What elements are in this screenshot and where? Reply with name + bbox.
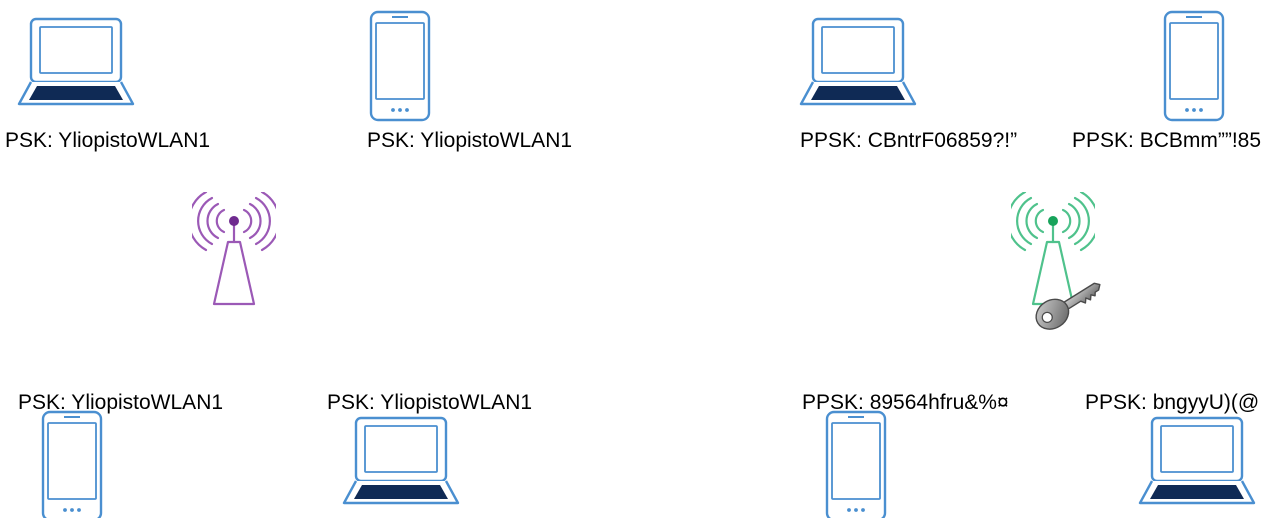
client-ppsk-label: PPSK: BCBmm””!85	[1072, 129, 1262, 152]
client-ppsk-label: PPSK: CBntrF06859?!”	[800, 129, 1018, 152]
smartphone-icon	[41, 410, 103, 518]
laptop-icon	[799, 17, 917, 106]
client-psk-label: PSK: YliopistoWLAN1	[5, 129, 211, 152]
smartphone-icon	[1163, 10, 1225, 122]
client-ppsk-label: PPSK: bngyyU)(@	[1085, 391, 1260, 414]
client-psk-label: PSK: YliopistoWLAN1	[327, 391, 533, 414]
smartphone-icon	[825, 410, 887, 518]
laptop-icon	[17, 17, 135, 106]
network-diagram: PSK: YliopistoWLAN1 PSK: YliopistoWLAN1 …	[0, 0, 1276, 518]
wireless-tower-icon	[192, 192, 276, 306]
client-psk-label: PSK: YliopistoWLAN1	[367, 129, 573, 152]
laptop-icon	[1138, 416, 1256, 505]
smartphone-icon	[369, 10, 431, 122]
laptop-icon	[342, 416, 460, 505]
key-icon	[1035, 282, 1101, 330]
